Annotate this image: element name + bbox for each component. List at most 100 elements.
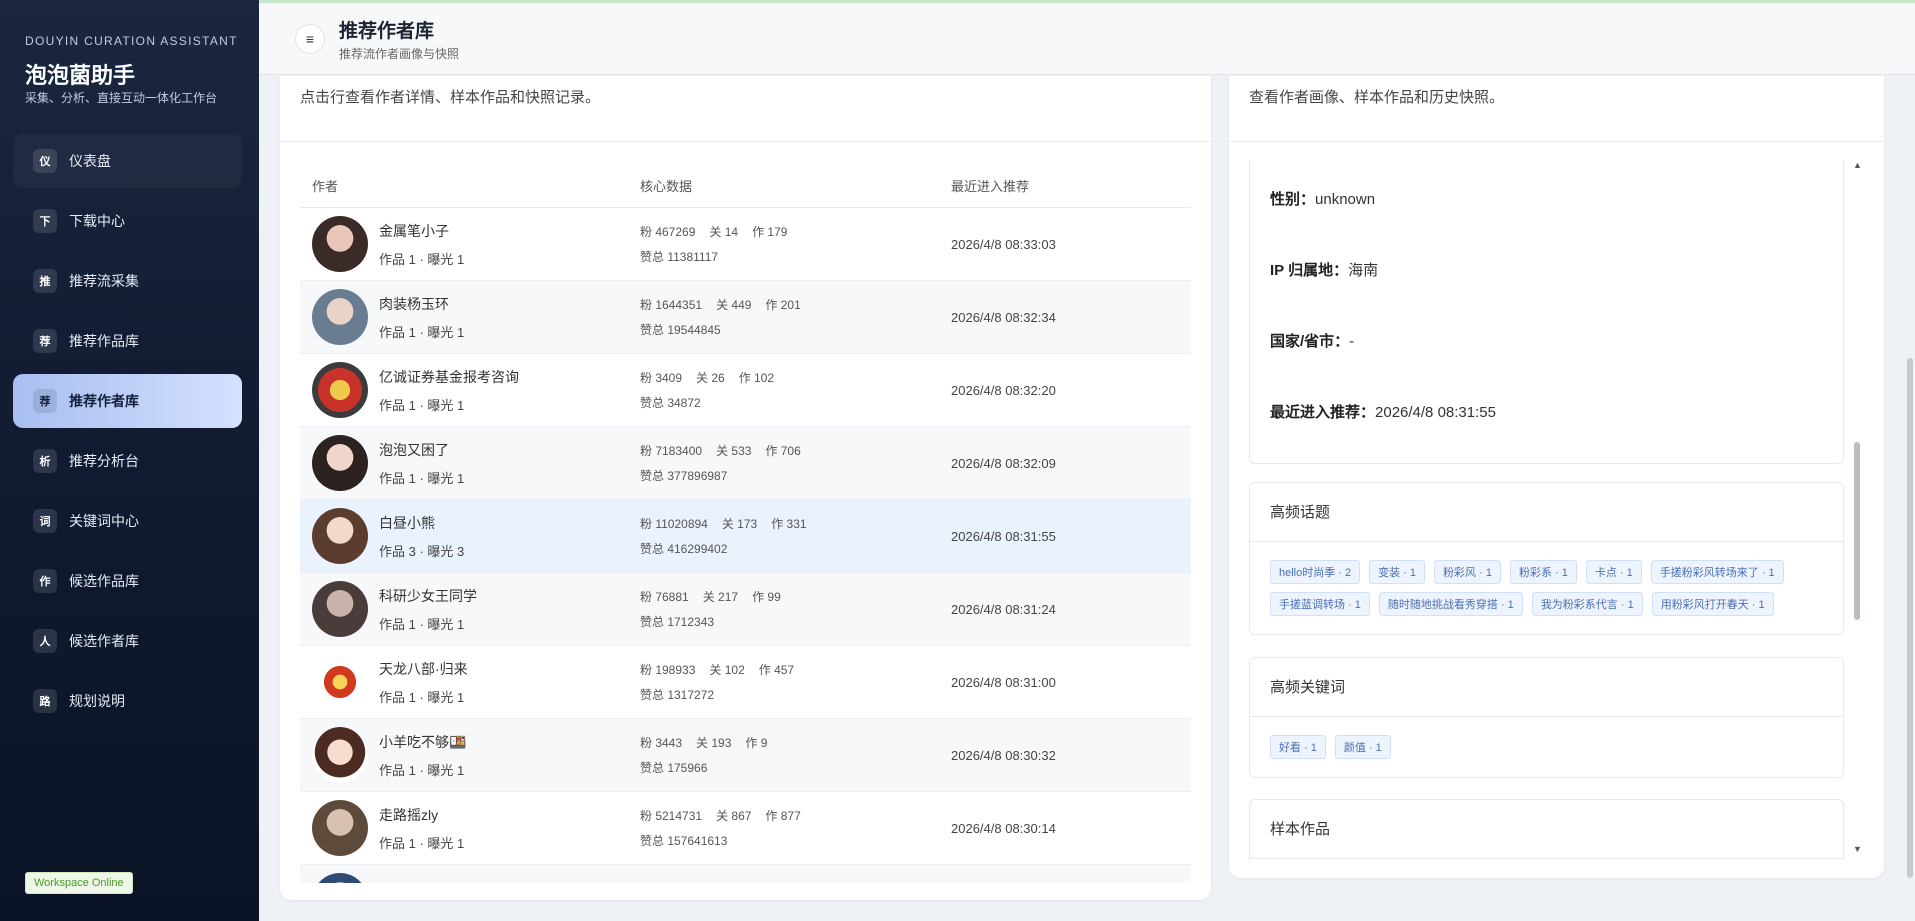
last-recommended-time: 2026/4/8 08:32:34 bbox=[951, 309, 1056, 325]
avatar bbox=[312, 216, 368, 272]
author-name: 天龙八部·归来 bbox=[379, 660, 468, 677]
sidebar-item-5[interactable]: 析推荐分析台 bbox=[13, 434, 242, 488]
sidebar-item-label: 关键词中心 bbox=[69, 513, 139, 529]
table-row[interactable]: 白昼小熊 作品 3 · 曝光 3粉 11020894 关 173 作 331 赞总 41… bbox=[300, 500, 1191, 573]
author-meta: 作品 1 · 曝光 1 bbox=[379, 616, 465, 632]
works-count: 作 102 bbox=[738, 371, 775, 385]
topic-tag[interactable]: 我为粉彩系代言 · 1 bbox=[1531, 592, 1643, 616]
menu-toggle-button[interactable]: ≡ bbox=[295, 24, 325, 54]
likes-total: 赞总 377896987 bbox=[640, 469, 728, 483]
table-row[interactable]: 小羊吃不够🍱 作品 1 · 曝光 1 粉 3443 关 193 作 9 赞总 175966… bbox=[300, 719, 1191, 792]
scrollbar-thumb[interactable] bbox=[1854, 442, 1860, 620]
stats-cell: 粉 1644351 关 449 作 201 赞总 19544845 bbox=[640, 296, 951, 338]
fans-count: 粉 11020894 bbox=[640, 517, 708, 531]
topic-tag[interactable]: 手搓粉彩风转场来了 · 1 bbox=[1650, 560, 1784, 584]
column-header-stats: 核心数据 bbox=[640, 178, 693, 194]
author-meta: 作品 1 · 曝光 1 bbox=[379, 762, 465, 778]
sidebar-item-label: 仪表盘 bbox=[69, 153, 111, 169]
page-header: ≡ 推荐作者库 推荐流作者画像与快照 bbox=[259, 3, 1915, 75]
sidebar-item-9[interactable]: 路规划说明 bbox=[13, 674, 242, 728]
nav-badge-icon: 作 bbox=[33, 569, 57, 593]
detail-scroll-area[interactable]: 性别：unknown IP 归属地：海南 国家/省市：- 最近进入推荐：2026… bbox=[1249, 160, 1844, 860]
works-count: 作 706 bbox=[765, 444, 801, 458]
region-row: 国家/省市：- bbox=[1270, 330, 1354, 351]
detail-description: 查看作者画像、样本作品和历史快照。 bbox=[1249, 89, 1505, 106]
sidebar-item-label: 推荐分析台 bbox=[69, 453, 139, 469]
table-row[interactable]: 泡泡又困了 作品 1 · 曝光 1粉 7183400 关 533 作 706 赞总 37… bbox=[300, 427, 1191, 500]
topic-tag[interactable]: 卡点 · 1 bbox=[1585, 560, 1642, 584]
avatar bbox=[312, 727, 368, 783]
sidebar-item-label: 规划说明 bbox=[69, 693, 125, 709]
keyword-tag[interactable]: 颜值 · 1 bbox=[1334, 735, 1391, 759]
topic-tag[interactable]: 粉彩风 · 1 bbox=[1434, 560, 1501, 584]
sidebar-item-6[interactable]: 词关键词中心 bbox=[13, 494, 242, 548]
author-cell: 天龙八部·归来 作品 1 · 曝光 1 bbox=[300, 654, 640, 710]
topic-tag[interactable]: 随时随地挑战看秀穿搭 · 1 bbox=[1378, 592, 1523, 616]
table-row[interactable]: 术川电影粉 101105关 161作 75 bbox=[300, 865, 1191, 883]
follow-count: 关 533 bbox=[716, 444, 752, 458]
sidebar-item-3[interactable]: 荐推荐作品库 bbox=[13, 314, 242, 368]
author-meta: 作品 3 · 曝光 3 bbox=[379, 543, 465, 559]
fans-count: 粉 467269 bbox=[640, 225, 696, 239]
detail-scrollbar[interactable]: ▲ ▼ bbox=[1851, 160, 1863, 860]
avatar bbox=[312, 435, 368, 491]
author-cell: 术川电影 bbox=[300, 873, 640, 883]
nav-badge-icon: 路 bbox=[33, 689, 57, 713]
ip-value: 海南 bbox=[1348, 262, 1379, 279]
avatar bbox=[312, 581, 368, 637]
sidebar-item-label: 推荐流采集 bbox=[69, 273, 139, 289]
page-scrollbar-thumb[interactable] bbox=[1907, 358, 1913, 878]
table-row[interactable]: 肉装杨玉环 作品 1 · 曝光 1粉 1644351 关 449 作 201 赞总 19… bbox=[300, 281, 1191, 354]
table-row[interactable]: 天龙八部·归来 作品 1 · 曝光 1粉 198933 关 102 作 457 赞总 1… bbox=[300, 646, 1191, 719]
scroll-up-arrow-icon[interactable]: ▲ bbox=[1853, 160, 1862, 170]
topic-tag[interactable]: 用粉彩风打开春天 · 1 bbox=[1651, 592, 1774, 616]
scroll-down-arrow-icon[interactable]: ▼ bbox=[1853, 844, 1862, 854]
table-row[interactable]: 金属笔小子 作品 1 · 曝光 1粉 467269 关 14 作 179 赞总 1138… bbox=[300, 208, 1191, 281]
sidebar-item-8[interactable]: 人候选作者库 bbox=[13, 614, 242, 668]
table-row[interactable]: 亿诚证券基金报考咨询 作品 1 · 曝光 1粉 3409 关 26 作 102 赞总 3… bbox=[300, 354, 1191, 427]
avatar bbox=[312, 654, 368, 710]
last-recommended-time: 2026/4/8 08:31:00 bbox=[951, 674, 1056, 690]
sidebar-item-0[interactable]: 仪仪表盘 bbox=[13, 134, 242, 188]
nav-badge-icon: 仪 bbox=[33, 149, 57, 173]
author-cell: 亿诚证券基金报考咨询 作品 1 · 曝光 1 bbox=[300, 362, 640, 418]
topic-tag[interactable]: 手搓蓝调转场 · 1 bbox=[1270, 592, 1370, 616]
fans-count: 粉 198933 bbox=[640, 663, 696, 677]
topic-tag[interactable]: hello时尚季 · 2 bbox=[1270, 560, 1361, 584]
nav-badge-icon: 推 bbox=[33, 269, 57, 293]
keyword-tag[interactable]: 好看 · 1 bbox=[1270, 735, 1326, 759]
sidebar-item-4[interactable]: 荐推荐作者库 bbox=[13, 374, 242, 428]
divider bbox=[1229, 141, 1884, 142]
sidebar-item-label: 推荐作者库 bbox=[69, 393, 139, 409]
nav-badge-icon: 词 bbox=[33, 509, 57, 533]
author-table: 作者 核心数据 最近进入推荐 金属笔小子 作品 1 · 曝光 1粉 467269 关… bbox=[300, 163, 1191, 883]
nav-badge-icon: 荐 bbox=[33, 329, 57, 353]
nav-badge-icon: 荐 bbox=[33, 389, 57, 413]
sidebar-item-7[interactable]: 作候选作品库 bbox=[13, 554, 242, 608]
sidebar-item-label: 候选作品库 bbox=[69, 573, 139, 589]
author-cell: 金属笔小子 作品 1 · 曝光 1 bbox=[300, 216, 640, 272]
stats-cell: 粉 11020894 关 173 作 331 赞总 416299402 bbox=[640, 515, 951, 557]
sidebar-item-1[interactable]: 下下载中心 bbox=[13, 194, 242, 248]
table-row[interactable]: 科研少女王同学 作品 1 · 曝光 1粉 76881 关 217 作 99 赞总 171… bbox=[300, 573, 1191, 646]
page-scrollbar[interactable] bbox=[1905, 3, 1915, 921]
likes-total: 赞总 11381117 bbox=[640, 250, 719, 264]
brand-subtitle-en: DOUYIN CURATION ASSISTANT bbox=[25, 34, 238, 48]
last-recommended-time: 2026/4/8 08:32:20 bbox=[951, 382, 1056, 398]
works-count: 作 457 bbox=[758, 663, 795, 677]
author-list-panel: 点击行查看作者详情、样本作品和快照记录。 作者 核心数据 最近进入推荐 金属笔小… bbox=[280, 76, 1211, 900]
column-header-last-recommended: 最近进入推荐 bbox=[951, 178, 1030, 194]
sidebar: DOUYIN CURATION ASSISTANT 泡泡菌助手 采集、分析、直接… bbox=[0, 0, 259, 921]
author-cell: 走路摇zly 作品 1 · 曝光 1 bbox=[300, 800, 640, 856]
fans-count: 粉 1644351 bbox=[640, 298, 703, 312]
likes-total: 赞总 34872 bbox=[640, 396, 701, 410]
table-row[interactable]: 走路摇zly 作品 1 · 曝光 1 粉 5214731 关 867 作 877 赞总 1… bbox=[300, 792, 1191, 865]
author-cell: 科研少女王同学 作品 1 · 曝光 1 bbox=[300, 581, 640, 637]
topic-tag[interactable]: 粉彩系 · 1 bbox=[1509, 560, 1577, 584]
follow-count: 关 449 bbox=[716, 298, 752, 312]
fans-count: 粉 3443 bbox=[640, 736, 683, 750]
nav-badge-icon: 人 bbox=[33, 629, 57, 653]
sidebar-item-2[interactable]: 推推荐流采集 bbox=[13, 254, 242, 308]
gender-label: 性别： bbox=[1270, 191, 1316, 208]
topic-tag[interactable]: 变装 · 1 bbox=[1369, 560, 1426, 584]
